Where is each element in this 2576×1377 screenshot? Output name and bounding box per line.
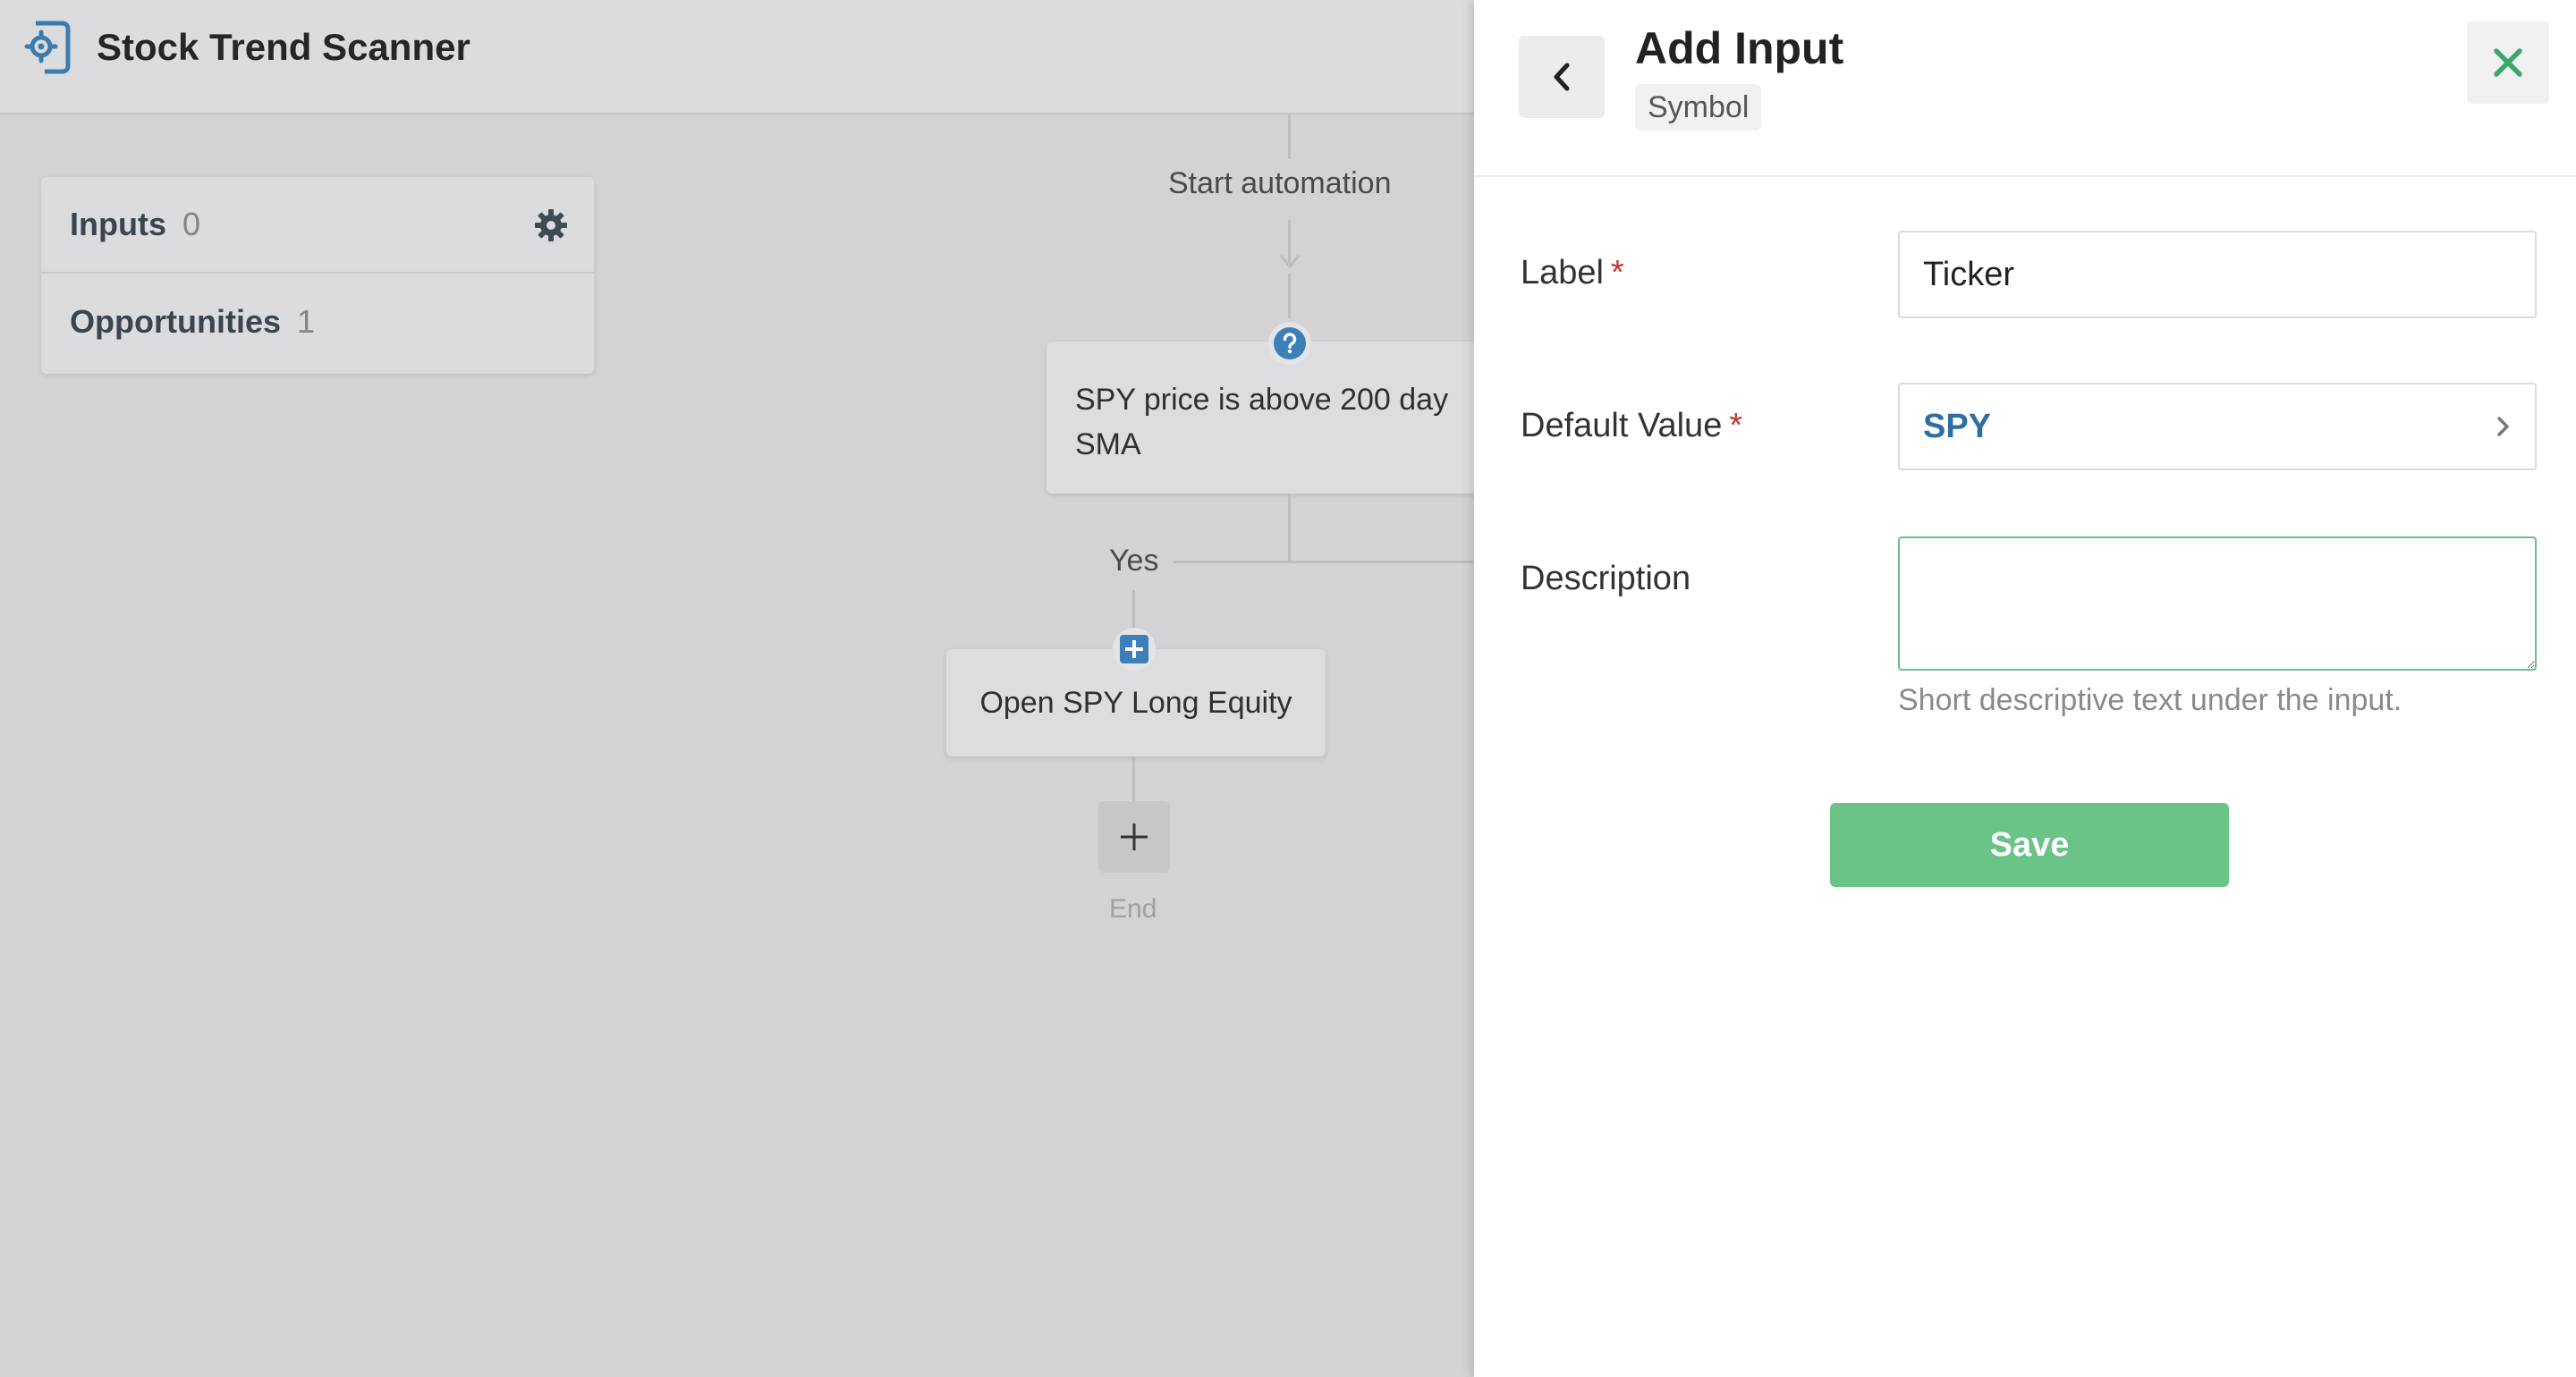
top-bar: Stock Trend Scanner [0,0,1474,114]
required-mark: * [1729,407,1743,444]
action-text: Open SPY Long Equity [979,685,1292,720]
add-input-panel: Add Input Symbol Label* Default Value* S… [1474,0,2576,1377]
flow-connector [1132,756,1135,801]
add-step-button[interactable] [1098,801,1170,873]
back-button[interactable] [1519,36,1605,118]
end-label: End [1109,894,1157,924]
condition-text: SPY price is above 200 day SMA [1075,383,1449,461]
flow-connector [1288,274,1291,318]
flow-connector [1288,114,1291,159]
description-textarea[interactable] [1898,536,2537,671]
close-icon [2494,48,2522,77]
inputs-card: Inputs 0 Opportunities 1 [41,177,594,374]
save-button[interactable]: Save [1830,803,2229,887]
panel-title: Add Input [1635,23,1844,73]
question-circle-icon [1274,327,1306,359]
gear-icon[interactable] [533,207,569,243]
label-field-text: Label [1521,254,1604,291]
sidebar-item-opportunities[interactable]: Opportunities 1 [41,274,594,370]
action-badge [1113,628,1156,671]
label-input[interactable] [1898,231,2537,318]
arrow-down-icon [1279,255,1301,269]
flow-connector [1132,590,1135,629]
panel-header: Add Input Symbol [1474,0,2576,177]
panel-subtitle: Symbol [1635,84,1762,131]
default-value-field-label: Default Value * [1521,405,1742,446]
condition-badge [1268,322,1311,365]
start-automation-label: Start automation [1168,166,1392,200]
default-value-selected: SPY [1923,407,1992,445]
label-field-label: Label * [1521,252,1624,293]
default-value-select[interactable]: SPY [1898,383,2537,470]
flow-connector [1174,561,1474,563]
close-button[interactable] [2467,21,2549,104]
chevron-left-icon [1554,63,1570,91]
sidebar-item-label: Opportunities [70,303,281,340]
sidebar-item-label: Inputs [70,206,166,242]
plus-square-icon [1120,635,1148,663]
chevron-right-icon [2497,417,2509,436]
required-mark: * [1610,254,1624,291]
sidebar-item-count: 0 [182,206,201,242]
condition-node[interactable]: SPY price is above 200 day SMA [1046,342,1512,494]
default-value-field-text: Default Value [1521,407,1723,444]
gear-document-icon [24,21,71,74]
app-title: Stock Trend Scanner [97,26,470,68]
sidebar-item-inputs[interactable]: Inputs 0 [41,177,594,274]
description-help-text: Short descriptive text under the input. [1898,683,2402,717]
flow-connector [1288,494,1291,562]
plus-icon [1121,824,1148,850]
branch-yes-label: Yes [1109,544,1159,578]
description-field-label: Description [1521,560,1691,597]
sidebar-item-count: 1 [297,303,316,340]
